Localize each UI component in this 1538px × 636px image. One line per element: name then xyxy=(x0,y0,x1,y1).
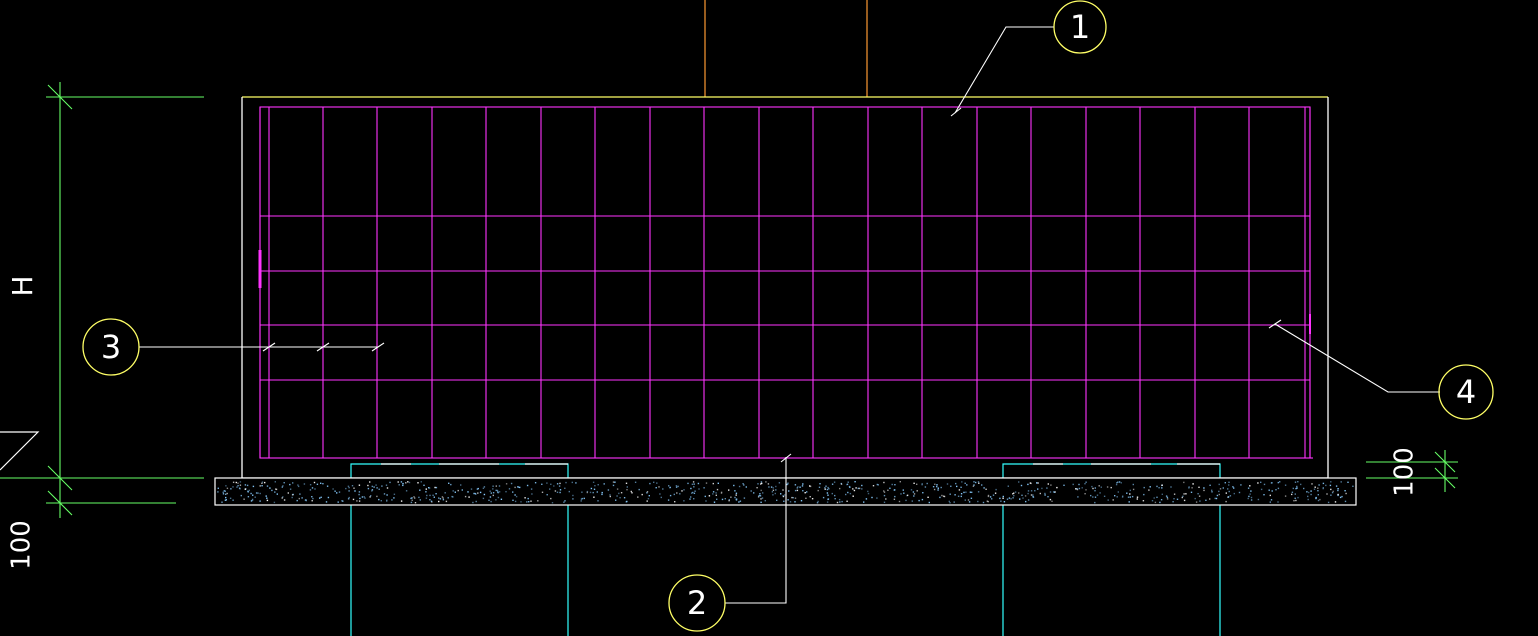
leader-ticks xyxy=(262,107,1282,463)
callout-3-number: 3 xyxy=(101,328,121,366)
callout-1: 1 xyxy=(1053,0,1107,54)
elevation-marker xyxy=(0,431,40,471)
callout-4-number: 4 xyxy=(1456,373,1476,411)
height-label: H xyxy=(6,275,39,296)
callout-4: 4 xyxy=(1438,364,1494,420)
upper-column-lines xyxy=(704,0,868,97)
callout-3: 3 xyxy=(82,318,140,376)
callout-2-number: 2 xyxy=(687,584,707,622)
left-bottom-dimension-label: 100 xyxy=(7,520,37,570)
cad-drawing: H 100 100 1 2 3 4 xyxy=(0,0,1494,636)
callout-leaders xyxy=(139,26,1440,604)
beam-outline xyxy=(241,96,1329,479)
callout-2: 2 xyxy=(668,574,726,632)
height-dimension xyxy=(0,82,204,518)
callout-1-number: 1 xyxy=(1070,8,1090,46)
right-dimension-label: 100 xyxy=(1390,447,1420,497)
rebar-mesh xyxy=(258,106,1313,459)
